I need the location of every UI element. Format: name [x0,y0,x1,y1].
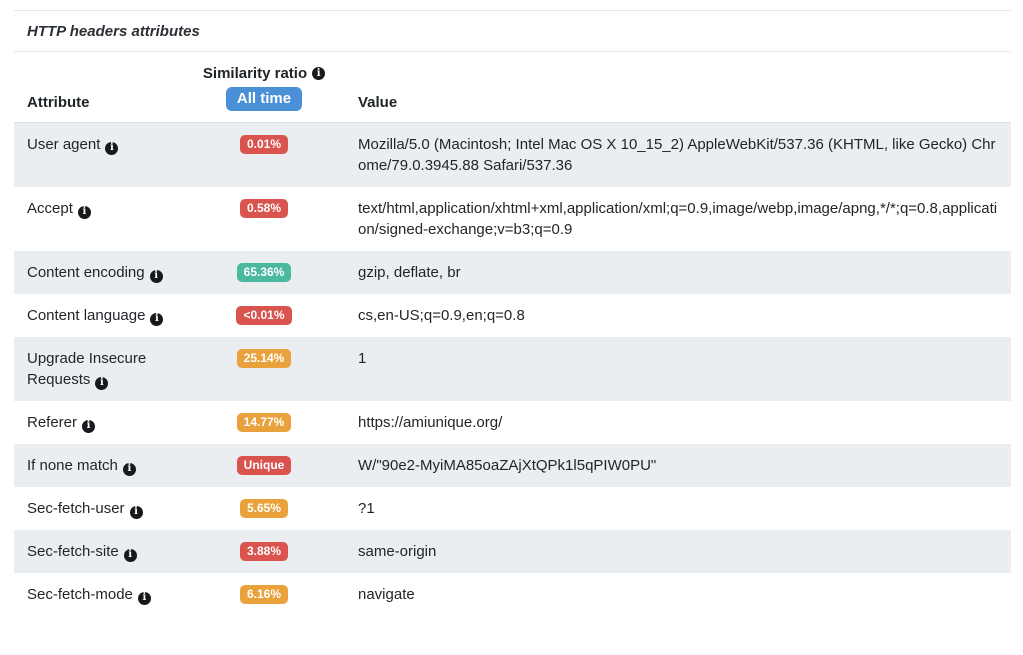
panel: HTTP headers attributes Attribute Simila… [14,10,1011,616]
table-row: User agent 0.01% Mozilla/5.0 (Macintosh;… [14,123,1011,187]
attribute-label: Sec-fetch-mode [27,586,133,603]
attribute-cell: Sec-fetch-site [27,541,208,562]
table-row: Content encoding 65.36% gzip, deflate, b… [14,251,1011,294]
column-header-value: Value [320,94,1001,111]
attribute-cell: Sec-fetch-user [27,498,208,519]
attribute-value: text/html,application/xhtml+xml,applicat… [320,198,1001,240]
table-row: Sec-fetch-site 3.88% same-origin [14,530,1011,573]
ratio-cell: 14.77% [208,412,320,432]
ratio-cell: 0.58% [208,198,320,218]
attribute-value: navigate [320,584,1001,605]
attribute-label: Upgrade Insecure Requests [27,350,146,388]
ratio-cell: <0.01% [208,305,320,325]
similarity-badge: 0.01% [240,135,288,154]
table-row: Content language <0.01% cs,en-US;q=0.9,e… [14,294,1011,337]
attribute-value: 1 [320,348,1001,369]
info-icon[interactable] [130,506,143,519]
similarity-ratio-label: Similarity ratio [203,65,307,82]
attribute-value: Mozilla/5.0 (Macintosh; Intel Mac OS X 1… [320,134,1001,176]
attribute-label: Accept [27,200,73,217]
period-badge[interactable]: All time [226,87,302,111]
attribute-value: gzip, deflate, br [320,262,1001,283]
info-icon[interactable] [123,463,136,476]
info-icon[interactable] [150,270,163,283]
table-header: Attribute Similarity ratio All time Valu… [14,52,1011,123]
ratio-cell: 6.16% [208,584,320,604]
attribute-label: Content encoding [27,264,145,281]
ratio-cell: 3.88% [208,541,320,561]
similarity-badge: 25.14% [237,349,292,368]
info-icon[interactable] [124,549,137,562]
table-row: Accept 0.58% text/html,application/xhtml… [14,187,1011,251]
attribute-cell: Referer [27,412,208,433]
table-row: Referer 14.77% https://amiunique.org/ [14,401,1011,444]
similarity-badge: 65.36% [237,263,292,282]
attribute-cell: Content encoding [27,262,208,283]
ratio-cell: 5.65% [208,498,320,518]
attribute-cell: User agent [27,134,208,155]
table-row: If none match Unique W/"90e2-MyiMA85oaZA… [14,444,1011,487]
attribute-cell: Content language [27,305,208,326]
info-icon[interactable] [312,67,325,80]
attribute-value: ?1 [320,498,1001,519]
column-header-attribute: Attribute [27,94,208,111]
similarity-badge: 3.88% [240,542,288,561]
info-icon[interactable] [95,377,108,390]
ratio-cell: Unique [208,455,320,475]
attribute-value: https://amiunique.org/ [320,412,1001,433]
similarity-badge: <0.01% [236,306,291,325]
ratio-cell: 0.01% [208,134,320,154]
info-icon[interactable] [138,592,151,605]
panel-title: HTTP headers attributes [27,23,200,40]
attribute-cell: Sec-fetch-mode [27,584,208,605]
attribute-cell: Accept [27,198,208,219]
attribute-cell: Upgrade Insecure Requests [27,348,208,390]
attribute-label: Content language [27,307,145,324]
table-body: User agent 0.01% Mozilla/5.0 (Macintosh;… [14,123,1011,616]
http-headers-panel: HTTP headers attributes Attribute Simila… [0,0,1023,655]
attribute-label: Sec-fetch-user [27,500,125,517]
column-header-similarity-group: Similarity ratio All time [208,65,320,111]
ratio-cell: 25.14% [208,348,320,368]
similarity-badge: 0.58% [240,199,288,218]
attribute-value: W/"90e2-MyiMA85oaZAjXtQPk1l5qPIW0PU" [320,455,1001,476]
attribute-label: If none match [27,457,118,474]
table-row: Sec-fetch-user 5.65% ?1 [14,487,1011,530]
attribute-cell: If none match [27,455,208,476]
similarity-badge: Unique [237,456,292,475]
attribute-value: same-origin [320,541,1001,562]
info-icon[interactable] [82,420,95,433]
info-icon[interactable] [150,313,163,326]
ratio-cell: 65.36% [208,262,320,282]
panel-heading: HTTP headers attributes [14,11,1011,52]
info-icon[interactable] [105,142,118,155]
similarity-badge: 6.16% [240,585,288,604]
attribute-label: Sec-fetch-site [27,543,119,560]
similarity-badge: 14.77% [237,413,292,432]
attribute-label: Referer [27,414,77,431]
similarity-badge: 5.65% [240,499,288,518]
column-header-similarity: Similarity ratio [203,65,325,82]
attribute-label: User agent [27,136,100,153]
attribute-value: cs,en-US;q=0.9,en;q=0.8 [320,305,1001,326]
table-row: Sec-fetch-mode 6.16% navigate [14,573,1011,616]
info-icon[interactable] [78,206,91,219]
table-row: Upgrade Insecure Requests 25.14% 1 [14,337,1011,401]
